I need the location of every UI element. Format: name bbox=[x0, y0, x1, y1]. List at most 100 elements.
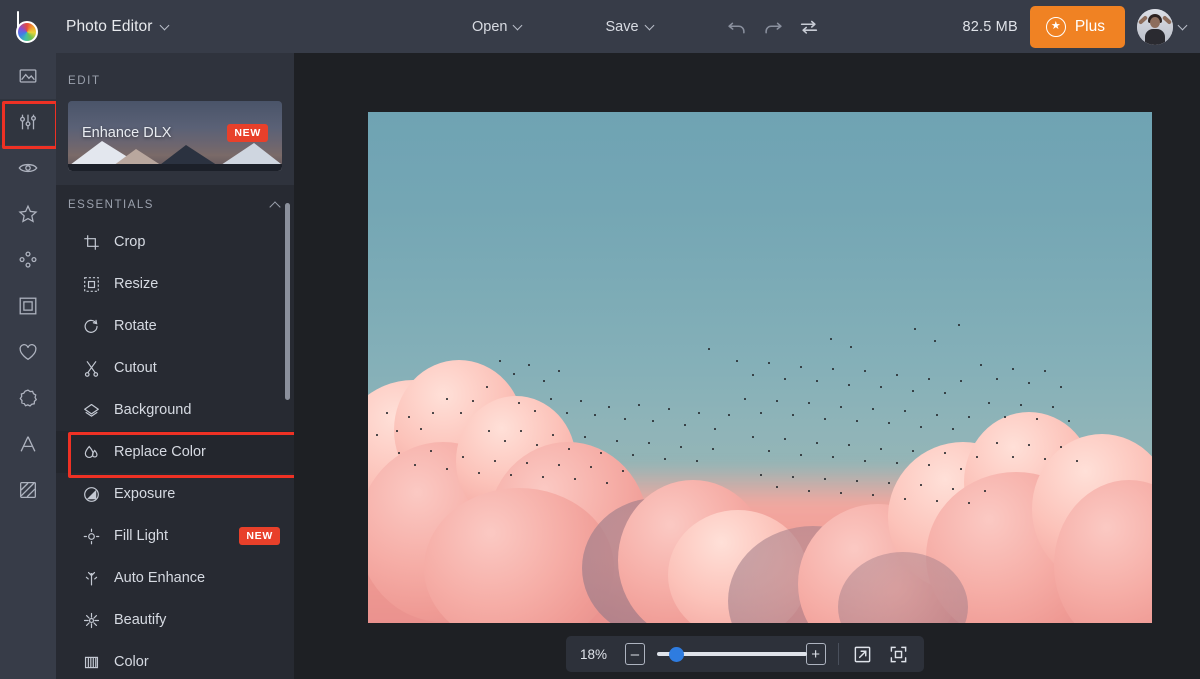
compare-toggle-button[interactable] bbox=[791, 9, 827, 45]
essentials-group-label: ESSENTIALS bbox=[68, 199, 154, 211]
list-item-label: Rotate bbox=[114, 318, 157, 334]
new-badge: NEW bbox=[239, 527, 280, 545]
star-badge-icon: ★ bbox=[1045, 16, 1066, 37]
plus-label: Plus bbox=[1074, 17, 1105, 35]
fill-light-icon bbox=[82, 527, 100, 545]
resize-icon bbox=[82, 275, 100, 293]
list-item-crop[interactable]: Crop bbox=[56, 221, 294, 263]
chevron-down-icon bbox=[161, 22, 170, 31]
list-item-fill-light[interactable]: Fill Light NEW bbox=[56, 515, 294, 557]
fit-to-screen-icon bbox=[890, 646, 906, 662]
list-item-label: Resize bbox=[114, 276, 159, 292]
list-item-label: Auto Enhance bbox=[114, 570, 206, 586]
zoom-in-button[interactable]: + bbox=[805, 643, 826, 665]
rail-item-text[interactable] bbox=[0, 421, 56, 467]
open-menu-button[interactable]: Open bbox=[460, 13, 535, 41]
zoom-toolbar: 18% – + bbox=[566, 636, 924, 672]
rail-item-edit[interactable] bbox=[0, 99, 58, 149]
canvas-stage: 18% – + bbox=[294, 53, 1200, 679]
chevron-down-icon bbox=[514, 22, 523, 31]
app-logo[interactable] bbox=[0, 0, 56, 53]
rail-item-image[interactable] bbox=[0, 53, 56, 99]
panel-scrollbar[interactable] bbox=[285, 203, 290, 400]
zoom-out-button[interactable]: – bbox=[624, 643, 645, 665]
scissors-icon bbox=[82, 359, 100, 377]
list-item-label: Cutout bbox=[114, 360, 157, 376]
list-item-rotate[interactable]: Rotate bbox=[56, 305, 294, 347]
panel-title: EDIT bbox=[56, 53, 294, 101]
rail-item-frames[interactable] bbox=[0, 283, 56, 329]
list-item-beautify[interactable]: Beautify bbox=[56, 599, 294, 641]
color-wheel-logo-icon bbox=[13, 10, 43, 43]
app-title-label: Photo Editor bbox=[66, 17, 153, 35]
app-title[interactable]: Photo Editor bbox=[66, 18, 170, 36]
undo-button[interactable] bbox=[719, 9, 755, 45]
beautify-icon bbox=[82, 611, 100, 629]
rail-item-particles[interactable] bbox=[0, 237, 56, 283]
list-item-label: Replace Color bbox=[114, 444, 206, 460]
top-toolbar: Photo Editor Open Save 82.5 MB ★ Plus bbox=[0, 0, 1200, 53]
exposure-icon bbox=[82, 485, 100, 503]
auto-enhance-icon bbox=[82, 569, 100, 587]
expand-button[interactable] bbox=[851, 641, 875, 667]
color-icon bbox=[82, 653, 100, 671]
background-icon bbox=[82, 401, 100, 419]
birds-flock bbox=[368, 112, 1152, 623]
list-item-resize[interactable]: Resize bbox=[56, 263, 294, 305]
list-item-label: Background bbox=[114, 402, 192, 418]
save-label: Save bbox=[605, 18, 639, 35]
photo-canvas[interactable] bbox=[368, 112, 1152, 623]
zoom-level-label: 18% bbox=[580, 646, 608, 662]
rotate-icon bbox=[82, 317, 100, 335]
fit-to-screen-button[interactable] bbox=[886, 641, 910, 667]
top-right-tools: 82.5 MB ★ Plus bbox=[962, 0, 1188, 53]
chevron-up-icon bbox=[270, 200, 280, 210]
chevron-down-icon bbox=[646, 22, 655, 31]
list-item-background[interactable]: Background bbox=[56, 389, 294, 431]
particles-icon bbox=[19, 251, 37, 268]
new-badge: NEW bbox=[227, 124, 268, 142]
list-item-cutout[interactable]: Cutout bbox=[56, 347, 294, 389]
crop-icon bbox=[82, 233, 100, 251]
sliders-icon bbox=[20, 114, 36, 130]
photo-editor-window: Photo Editor Open Save 82.5 MB ★ Plus ED… bbox=[0, 0, 1200, 679]
enhance-dlx-card[interactable]: Enhance DLX NEW bbox=[68, 101, 282, 171]
rail-item-favorites[interactable] bbox=[0, 329, 56, 375]
plus-upgrade-button[interactable]: ★ Plus bbox=[1029, 5, 1125, 48]
redo-button[interactable] bbox=[755, 9, 791, 45]
compare-toggle-icon bbox=[800, 20, 817, 34]
open-label: Open bbox=[472, 18, 508, 35]
edit-panel: EDIT Enhance DLX NEW ESSENTIALS Crop Res… bbox=[56, 53, 294, 679]
rail-item-textures[interactable] bbox=[0, 467, 56, 513]
list-item-label: Beautify bbox=[114, 612, 167, 628]
toolbar-divider bbox=[837, 643, 839, 665]
rail-item-effects[interactable] bbox=[0, 145, 56, 191]
file-size-label: 82.5 MB bbox=[962, 18, 1018, 35]
list-item-label: Crop bbox=[114, 234, 146, 250]
list-item-auto-enhance[interactable]: Auto Enhance bbox=[56, 557, 294, 599]
heart-icon bbox=[19, 344, 37, 361]
left-tool-rail bbox=[0, 53, 58, 679]
promo-section: Enhance DLX NEW bbox=[56, 101, 294, 185]
redo-icon bbox=[764, 22, 782, 33]
account-menu[interactable] bbox=[1137, 8, 1188, 45]
list-item-exposure[interactable]: Exposure bbox=[56, 473, 294, 515]
essentials-list: Crop Resize Rotate Cutout Background Rep… bbox=[56, 221, 294, 679]
frame-icon bbox=[19, 297, 37, 315]
center-toolbar: Open Save bbox=[460, 0, 827, 53]
zoom-slider-thumb[interactable] bbox=[669, 647, 685, 662]
list-item-label: Fill Light bbox=[114, 528, 168, 544]
list-item-color[interactable]: Color bbox=[56, 641, 294, 679]
expand-arrow-icon bbox=[854, 646, 871, 662]
rail-item-stickers[interactable] bbox=[0, 375, 56, 421]
sticker-icon bbox=[19, 389, 38, 407]
list-item-replace-color[interactable]: Replace Color bbox=[56, 431, 294, 478]
star-icon bbox=[18, 204, 38, 223]
eye-icon bbox=[18, 163, 38, 173]
save-menu-button[interactable]: Save bbox=[593, 13, 666, 41]
image-icon bbox=[19, 69, 37, 83]
essentials-group-header[interactable]: ESSENTIALS bbox=[56, 185, 294, 221]
texture-icon bbox=[20, 482, 36, 498]
rail-item-overlays[interactable] bbox=[0, 191, 56, 237]
zoom-slider[interactable] bbox=[656, 643, 807, 665]
